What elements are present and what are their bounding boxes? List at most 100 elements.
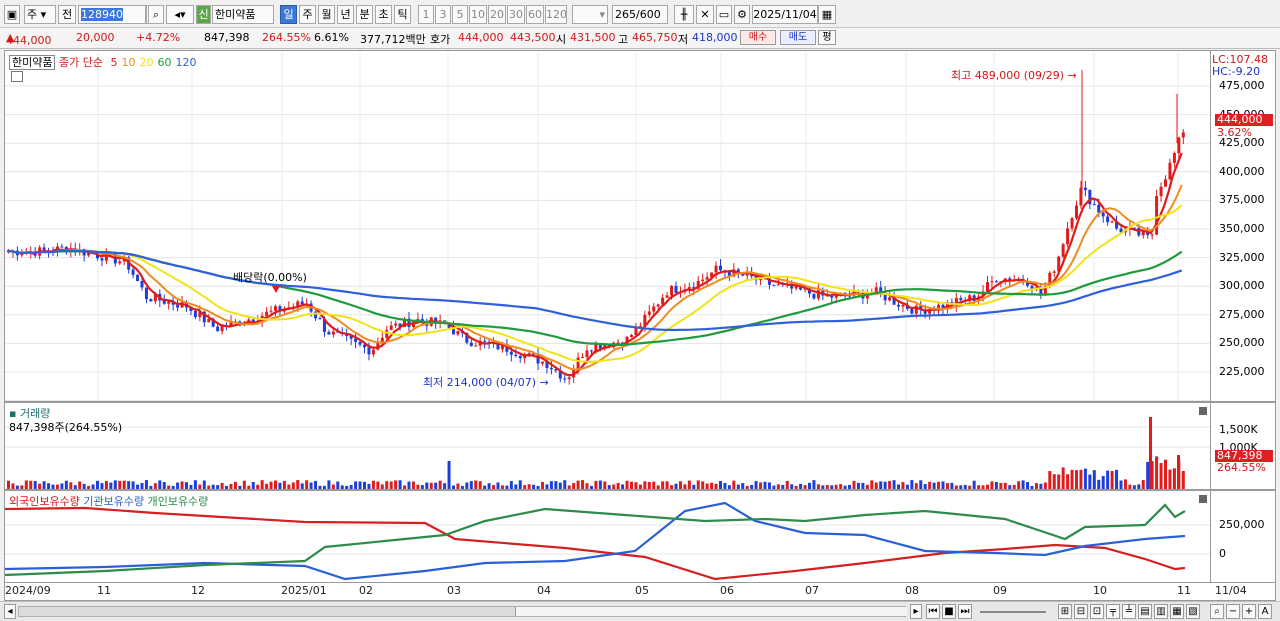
ma10-line xyxy=(6,184,1183,371)
open-price: 431,500 xyxy=(570,31,616,44)
volume-bar xyxy=(487,483,491,489)
foreign-label[interactable]: 외국인보유수량 xyxy=(9,495,80,508)
horizontal-scrollbar[interactable] xyxy=(18,606,907,617)
candle-body xyxy=(1164,179,1167,187)
volume-bar xyxy=(229,483,233,489)
period-button-5[interactable]: 초 xyxy=(375,5,392,24)
interval-button-5[interactable]: 30 xyxy=(507,5,525,24)
zoom-slider[interactable] xyxy=(980,611,1046,613)
ma-period-10[interactable]: 10 xyxy=(121,56,135,69)
tool-icon-5[interactable]: ╧ xyxy=(1122,604,1136,619)
tool-icon-2[interactable]: ⊟ xyxy=(1074,604,1088,619)
candle-body xyxy=(1092,204,1096,206)
scroll-right-icon[interactable]: ▸ xyxy=(910,604,922,619)
price-pane[interactable]: 한미약품 종가 단순 5 10 20 60 120 최고 489,000 (09/29)… xyxy=(4,50,1211,402)
date-field[interactable]: 2025/11/04 xyxy=(752,5,818,24)
tool-icon-7[interactable]: ▥ xyxy=(1154,604,1168,619)
ma-period-120[interactable]: 120 xyxy=(175,56,196,69)
tool-icon-1[interactable]: ⊞ xyxy=(1058,604,1072,619)
calendar-icon[interactable]: ▦ xyxy=(818,5,836,24)
tool-icon-6[interactable]: ▤ xyxy=(1138,604,1152,619)
zoom-search-icon[interactable]: ⌕ xyxy=(1210,604,1224,619)
font-size-icon[interactable]: A xyxy=(1258,604,1272,619)
interval-button-4[interactable]: 20 xyxy=(488,5,506,24)
sell-button[interactable]: 매도 xyxy=(780,30,816,45)
zoom-out-icon[interactable]: − xyxy=(1226,604,1240,619)
institution-label[interactable]: 기관보유수량 xyxy=(83,495,144,508)
crosshair-icon[interactable]: ✕ xyxy=(696,5,714,24)
volume-bar xyxy=(990,481,994,489)
sound-icon[interactable]: ◂▾ xyxy=(166,5,194,24)
tool-icon-4[interactable]: ╤ xyxy=(1106,604,1120,619)
ma-period-20[interactable]: 20 xyxy=(139,56,153,69)
interval-button-3[interactable]: 10 xyxy=(469,5,487,24)
volume-bar xyxy=(340,485,344,489)
x-label-0: 2024/09 xyxy=(5,584,51,597)
period-button-1[interactable]: 주 xyxy=(299,5,316,24)
tool-icon-9[interactable]: ▧ xyxy=(1186,604,1200,619)
first-page-icon[interactable]: ⏮ xyxy=(926,604,940,619)
stop-icon[interactable]: ■ xyxy=(942,604,956,619)
interval-button-1[interactable]: 3 xyxy=(435,5,451,24)
last-page-icon[interactable]: ⏭ xyxy=(958,604,972,619)
price-chart-svg xyxy=(5,51,1210,401)
zoom-in-icon[interactable]: + xyxy=(1242,604,1256,619)
volume-bar xyxy=(603,481,607,489)
window-menu-icon[interactable]: ▣ xyxy=(4,5,20,24)
volume-bar xyxy=(883,481,887,489)
volume-bar xyxy=(220,482,224,489)
close-volume-icon[interactable] xyxy=(1199,407,1207,415)
tool-icon-8[interactable]: ▦ xyxy=(1170,604,1184,619)
ma-label[interactable]: 종가 단순 xyxy=(59,56,103,69)
candle-body xyxy=(549,367,553,370)
scroll-left-icon[interactable]: ◂ xyxy=(4,604,16,619)
holdings-pane[interactable]: 외국인보유수량 기관보유수량 개인보유수량 xyxy=(4,490,1211,583)
save-icon[interactable]: ▭ xyxy=(716,5,732,24)
market-select[interactable]: 주 ▾ xyxy=(24,5,56,24)
volume-pane[interactable]: ▪ 거래량 847,398주(264.55%) xyxy=(4,402,1211,490)
grid-toggle-icon[interactable] xyxy=(11,71,23,82)
volume-bar xyxy=(652,481,656,489)
gear-icon[interactable]: ⚙ xyxy=(734,5,750,24)
interval-button-0[interactable]: 1 xyxy=(418,5,434,24)
stock-label[interactable]: 한미약품 xyxy=(9,55,56,70)
x-label-1: 11 xyxy=(97,584,111,597)
period-button-4[interactable]: 분 xyxy=(356,5,373,24)
count-field[interactable]: 265/600 xyxy=(612,5,668,24)
x-label-12: 10 xyxy=(1093,584,1107,597)
volume-bar xyxy=(674,483,678,489)
period-button-6[interactable]: 틱 xyxy=(394,5,411,24)
scroll-thumb[interactable] xyxy=(515,607,907,616)
period-button-2[interactable]: 월 xyxy=(318,5,335,24)
search-icon[interactable]: ⌕ xyxy=(148,5,164,24)
buy-button[interactable]: 매수 xyxy=(740,30,776,45)
volume-bar xyxy=(1106,470,1110,489)
volume-bar xyxy=(834,484,838,489)
volume-bar xyxy=(843,485,847,489)
volume-bar xyxy=(892,480,896,489)
candle-type-icon[interactable]: ╫ xyxy=(674,5,694,24)
volume-bar xyxy=(118,480,122,489)
ma-period-60[interactable]: 60 xyxy=(157,56,171,69)
interval-dropdown[interactable]: ▾ xyxy=(572,5,608,24)
stock-name-field[interactable]: 한미약품 xyxy=(212,5,274,24)
interval-button-7[interactable]: 120 xyxy=(545,5,567,24)
candle-body xyxy=(140,281,144,288)
stock-code-input[interactable]: 128940 xyxy=(78,5,146,24)
tool-icon-3[interactable]: ⊡ xyxy=(1090,604,1104,619)
dividend-marker xyxy=(272,286,280,293)
volume-bar xyxy=(1092,470,1096,489)
period-button-0[interactable]: 일 xyxy=(280,5,297,24)
interval-button-2[interactable]: 5 xyxy=(452,5,468,24)
full-code-button[interactable]: 전 xyxy=(58,5,76,24)
volume-bar xyxy=(616,482,620,489)
close-holdings-icon[interactable] xyxy=(1199,495,1207,503)
volume-bar xyxy=(1003,482,1007,489)
volume-bar xyxy=(1088,474,1092,489)
volume-bar xyxy=(959,485,963,489)
interval-button-6[interactable]: 60 xyxy=(526,5,544,24)
avg-button[interactable]: 평 xyxy=(818,30,836,45)
ma-period-5[interactable]: 5 xyxy=(110,56,117,69)
individual-label[interactable]: 개인보유수량 xyxy=(148,495,209,508)
period-button-3[interactable]: 년 xyxy=(337,5,354,24)
